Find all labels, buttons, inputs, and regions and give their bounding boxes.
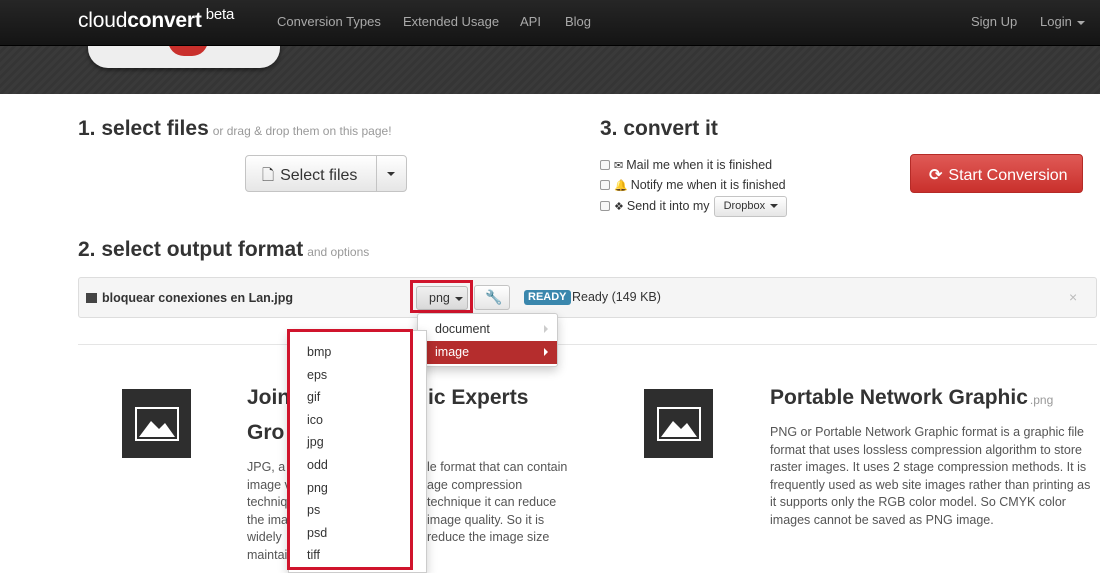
- file-name: bloquear conexiones en Lan.jpg: [86, 291, 293, 305]
- format-category-menu: document image: [417, 313, 558, 367]
- jpg-info-text-right: le format that can contain age compressi…: [427, 459, 567, 547]
- jpg-text-line: widely: [247, 530, 282, 544]
- option-notify: 🔔 Notify me when it is finished: [600, 175, 787, 195]
- png-info-title: Portable Network Graphic .png: [770, 383, 1053, 415]
- step1-subtitle: or drag & drop them on this page!: [212, 124, 392, 138]
- status-text: Ready (149 KB): [572, 290, 661, 304]
- notify-checkbox[interactable]: [600, 180, 610, 190]
- chevron-right-icon: [544, 325, 548, 333]
- jpg-text-line: the ima: [247, 512, 288, 527]
- option-send-cloud: ❖ Send it into my Dropbox: [600, 195, 788, 217]
- jpg-image-icon: [122, 389, 191, 458]
- jpg-text-line: techniq: [247, 495, 288, 509]
- chevron-down-icon: [1076, 20, 1085, 25]
- step1-title: 1. select files: [78, 117, 209, 140]
- conversion-options-button[interactable]: 🔧: [474, 285, 510, 310]
- select-files-dropdown-toggle[interactable]: [376, 155, 407, 192]
- jpg-text-line: reduce the image size: [427, 530, 550, 544]
- nav-conversion-types[interactable]: Conversion Types: [277, 14, 381, 29]
- nav-extended-usage[interactable]: Extended Usage: [403, 14, 499, 29]
- start-conversion-label: Start Conversion: [948, 167, 1068, 184]
- hero-badge: [88, 46, 280, 68]
- section-divider: [78, 344, 1097, 345]
- nav-sign-up[interactable]: Sign Up: [971, 14, 1017, 29]
- jpg-text-line: JPG, a: [247, 460, 286, 474]
- select-files-button[interactable]: 🗋 Select files: [245, 155, 377, 192]
- select-files-label: Select files: [280, 167, 358, 184]
- image-file-icon: [86, 293, 97, 303]
- nav-blog[interactable]: Blog: [565, 14, 591, 29]
- wrench-icon: 🔧: [485, 289, 503, 305]
- jpg-text-line: image v: [247, 477, 291, 492]
- send-option-label: Send it into my: [626, 199, 710, 213]
- brand-name-bold: convert: [127, 9, 202, 32]
- png-title-text: Portable Network Graphic: [770, 386, 1028, 409]
- step1-heading: 1. select files or drag & drop them on th…: [78, 117, 392, 141]
- png-info-text: PNG or Portable Network Graphic format i…: [770, 425, 1091, 527]
- nav-login-label: Login: [1040, 14, 1072, 29]
- jpg-text-line: age compression: [427, 477, 523, 492]
- start-conversion-button[interactable]: ⟳ Start Conversion: [910, 154, 1083, 193]
- jpg-text-line: le format that can contain: [427, 460, 568, 474]
- send-checkbox[interactable]: [600, 201, 610, 211]
- option-mail: ✉ Mail me when it is finished: [600, 155, 787, 175]
- jpg-title-part-c: Gro: [247, 421, 285, 444]
- jpg-info-title-cont: ic Experts: [428, 383, 528, 412]
- menu-item-document-label: document: [435, 322, 490, 336]
- menu-item-image-label: image: [435, 345, 470, 359]
- remove-file-icon[interactable]: ×: [1069, 289, 1077, 305]
- add-file-icon: 🗋: [262, 167, 275, 184]
- file-name-label: bloquear conexiones en Lan.jpg: [102, 291, 294, 305]
- step2-title: 2. select output format: [78, 238, 304, 261]
- step3-heading: 3. convert it: [600, 117, 718, 140]
- brand-logo[interactable]: cloudconvert beta: [78, 6, 235, 33]
- chevron-down-icon: [770, 203, 779, 208]
- nav-login[interactable]: Login: [1040, 14, 1085, 29]
- cloud-service-label: Dropbox: [723, 199, 766, 212]
- jpg-text-line: image quality. So it is: [427, 512, 545, 527]
- mail-option-label: Mail me when it is finished: [626, 158, 773, 172]
- png-title-ext: .png: [1029, 393, 1054, 407]
- format-highlight-box: [410, 280, 473, 313]
- envelope-icon: ✉: [614, 159, 624, 172]
- jpg-info-text-left: JPG, a image v techniq the ima widely ma…: [247, 459, 291, 564]
- jpg-title-part-b: ic Experts: [428, 386, 529, 409]
- bell-icon: 🔔: [614, 179, 628, 192]
- nav-api[interactable]: API: [520, 14, 541, 29]
- status-badge: READY: [524, 290, 571, 305]
- notification-options: ✉ Mail me when it is finished 🔔 Notify m…: [600, 155, 788, 217]
- notify-option-label: Notify me when it is finished: [630, 178, 786, 192]
- top-navbar: cloudconvert beta Conversion Types Extend…: [0, 0, 1100, 46]
- jpg-info-title: Join: [247, 383, 290, 412]
- brand-name-light: cloud: [78, 9, 128, 32]
- cloud-service-select[interactable]: Dropbox: [713, 195, 788, 217]
- step2-heading: 2. select output format and options: [78, 238, 369, 262]
- jpg-title-part-a: Join: [247, 386, 291, 409]
- hero-banner: [0, 46, 1100, 94]
- menu-item-document[interactable]: document: [418, 318, 557, 341]
- brand-beta-tag: beta: [205, 6, 235, 23]
- png-image-icon: [644, 389, 713, 458]
- refresh-icon: ⟳: [929, 167, 943, 184]
- jpg-text-line: technique it can reduce: [427, 495, 557, 509]
- menu-item-image[interactable]: image: [418, 341, 557, 364]
- chevron-down-icon: [387, 172, 395, 176]
- mail-checkbox[interactable]: [600, 160, 610, 170]
- step2-subtitle: and options: [307, 245, 370, 259]
- chevron-right-icon: [544, 348, 548, 356]
- submenu-highlight-box: [287, 329, 413, 570]
- dropbox-icon: ❖: [614, 200, 624, 213]
- jpg-info-title-line2: Gro: [247, 418, 284, 447]
- jpg-text-line: maintai: [247, 547, 288, 562]
